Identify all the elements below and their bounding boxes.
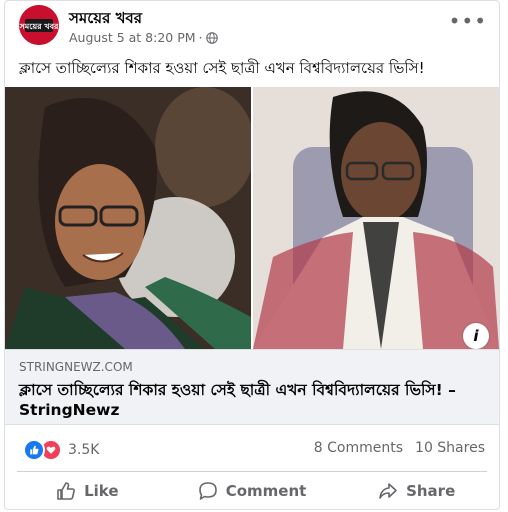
actions-divider: [17, 471, 487, 472]
like-icon: [57, 482, 76, 500]
share-icon: [379, 483, 397, 499]
heart-mini-icon: [46, 446, 56, 454]
comment-button[interactable]: Comment: [170, 475, 335, 507]
link-title[interactable]: ক্লাসে তাচ্ছিল্যের শিকার হওয়া সেই ছাত্র…: [19, 380, 489, 420]
post-actions: Like Comment Share: [5, 475, 499, 507]
more-options-icon[interactable]: •••: [449, 9, 487, 33]
page-avatar[interactable]: সময়ের খবর: [19, 5, 59, 45]
globe-icon: [205, 31, 218, 44]
page-logo: সময়ের খবর: [19, 5, 59, 45]
comment-label: Comment: [225, 482, 307, 500]
info-icon[interactable]: i: [462, 323, 489, 349]
comment-icon: [198, 482, 217, 500]
like-label: Like: [84, 482, 119, 500]
post-photo[interactable]: i: [5, 87, 499, 349]
shares-count[interactable]: 10 Shares: [415, 440, 485, 456]
share-label: Share: [406, 482, 456, 500]
link-preview[interactable]: STRINGNEWZ.COM ক্লাসে তাচ্ছিল্যের শিকার …: [5, 349, 499, 425]
like-button[interactable]: Like: [5, 475, 170, 507]
post-date[interactable]: August 5 at 8:20 PM: [69, 30, 196, 45]
post-meta: August 5 at 8:20 PM ·: [69, 30, 218, 45]
woman-speaking-illustration: [252, 87, 499, 349]
comments-count[interactable]: 8 Comments: [314, 440, 403, 456]
engagement-counts: 8 Comments 10 Shares: [314, 440, 485, 456]
post-header: সময়ের খবর সময়ের খবর August 5 at 8:20 P…: [5, 1, 499, 51]
thumbs-up-mini-icon: [30, 445, 39, 455]
like-reaction-icon: [23, 439, 45, 461]
post-stats: 3.5K 8 Comments 10 Shares: [5, 433, 499, 463]
share-button[interactable]: Share: [334, 475, 499, 507]
post-card: সময়ের খবর সময়ের খবর August 5 at 8:20 P…: [4, 0, 500, 510]
reactions-summary[interactable]: 3.5K: [23, 439, 99, 461]
link-domain: STRINGNEWZ.COM: [19, 360, 133, 374]
meta-separator: ·: [198, 30, 203, 45]
avatar-logo-text: সময়ের খবর: [19, 22, 59, 31]
reaction-count: 3.5K: [68, 442, 100, 458]
photo-right-panel: i: [252, 87, 499, 349]
post-text: ক্লাসে তাচ্ছিল্যের শিকার হওয়া সেই ছাত্র…: [19, 59, 425, 77]
woman-smiling-illustration: [5, 87, 251, 349]
page-name[interactable]: সময়ের খবর: [69, 7, 142, 32]
photo-left-panel: [5, 87, 251, 349]
